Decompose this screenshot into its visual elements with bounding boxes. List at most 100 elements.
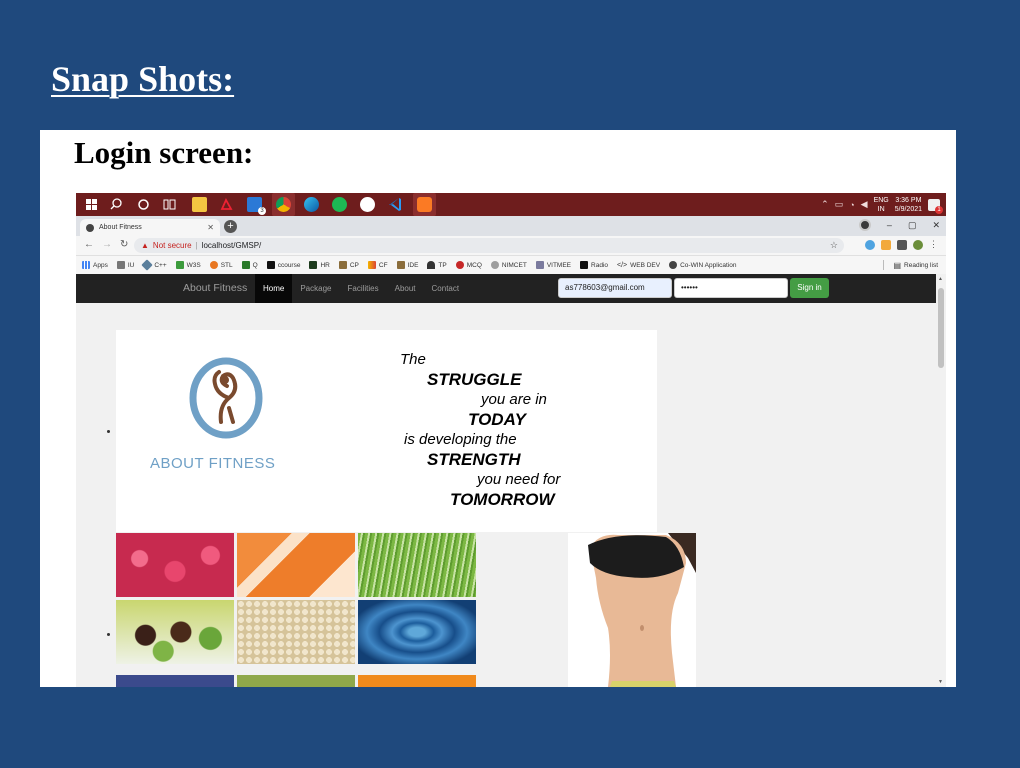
screenshot-panel: Login screen: 3 ⌃ ▭ ◔ ◀ ENG IN 3:36 PM 5… <box>40 130 956 687</box>
site-nav-links: Home Package Facilities About Contact <box>255 274 467 303</box>
edge-icon[interactable] <box>304 197 319 212</box>
mail-icon[interactable]: 3 <box>247 197 266 215</box>
bookmark-item[interactable]: IDE <box>396 261 418 269</box>
volume-icon[interactable]: ◀ <box>861 199 868 210</box>
scroll-down-icon[interactable]: ▼ <box>938 679 943 685</box>
close-tab-icon[interactable]: ✕ <box>207 223 214 232</box>
language-indicator[interactable]: ENG IN <box>874 196 889 214</box>
bookmark-item[interactable]: NIMCET <box>490 261 527 269</box>
bookmark-item[interactable]: </> WEB DEV <box>617 262 660 269</box>
reload-icon[interactable]: ↻ <box>120 239 128 250</box>
address-separator: | <box>195 241 198 250</box>
nav-package[interactable]: Package <box>292 274 339 303</box>
bookmark-item[interactable]: Co-WIN Application <box>669 261 736 269</box>
bookmark-star-icon[interactable]: ☆ <box>830 240 838 251</box>
maximize-button[interactable]: ▢ <box>908 220 917 231</box>
nav-facilities[interactable]: Facilities <box>339 274 386 303</box>
address-bar[interactable]: ▲ Not secure | localhost/GMSP/ ☆ <box>134 238 844 253</box>
xampp-icon[interactable] <box>413 193 436 216</box>
windows-start-icon[interactable] <box>84 197 99 212</box>
bookmark-icon <box>338 261 347 269</box>
sign-in-button[interactable]: Sign in <box>790 278 829 298</box>
bookmark-item[interactable]: TP <box>427 261 447 269</box>
bookmark-item[interactable]: CP <box>338 261 359 269</box>
clock[interactable]: 3:36 PM 5/9/2021 <box>895 196 922 214</box>
water-image <box>358 600 476 664</box>
forward-arrow-icon[interactable]: → <box>102 239 112 250</box>
quote-line: STRENGTH <box>427 450 521 469</box>
scroll-up-icon[interactable]: ▲ <box>938 276 943 282</box>
system-tray: ⌃ ▭ ◔ ◀ ENG IN 3:36 PM 5/9/2021 1 <box>821 193 943 216</box>
browser-tab[interactable]: About Fitness ✕ <box>80 219 220 236</box>
search-icon[interactable] <box>109 197 124 212</box>
orange-image <box>358 675 476 687</box>
logo-text: ABOUT FITNESS <box>150 455 276 472</box>
reading-list-icon: ▤ <box>893 260 902 270</box>
bookmark-apps[interactable]: Apps <box>82 261 108 269</box>
bookmark-item[interactable]: Radio <box>580 261 608 269</box>
battery-icon[interactable]: ▭ <box>835 199 844 210</box>
olives-image <box>116 600 234 664</box>
bookmarks-bar: Apps IU C++ W3S STL Q ccourse HR CP CF I… <box>76 256 946 274</box>
bookmark-icon <box>266 261 275 269</box>
email-field[interactable]: as778603@gmail.com <box>558 278 672 298</box>
reading-list[interactable]: ▤ Reading list <box>883 256 938 274</box>
bookmark-item[interactable]: CF <box>367 261 388 269</box>
new-tab-button[interactable]: + <box>224 220 237 233</box>
bookmark-item[interactable]: STL <box>209 261 233 269</box>
file-explorer-icon[interactable] <box>192 197 207 212</box>
back-arrow-icon[interactable]: ← <box>84 239 94 250</box>
spotify-icon[interactable] <box>332 197 347 212</box>
extension-icon[interactable] <box>881 239 891 250</box>
tab-strip: About Fitness ✕ + – ▢ ✕ <box>76 216 946 236</box>
list-bullet <box>107 633 110 636</box>
warning-icon: ▲ <box>141 241 149 250</box>
url-text[interactable]: localhost/GMSP/ <box>202 241 262 250</box>
wifi-icon[interactable]: ◔ <box>849 200 854 210</box>
close-window-button[interactable]: ✕ <box>932 220 940 231</box>
bookmark-item[interactable]: IU <box>116 261 134 269</box>
scrollbar[interactable]: ▲ ▼ <box>936 274 946 687</box>
profile-icon[interactable] <box>858 219 871 231</box>
bookmark-item[interactable]: Q <box>241 261 258 269</box>
vscode-icon[interactable] <box>388 197 403 212</box>
site-brand[interactable]: About Fitness <box>183 274 247 303</box>
bookmark-item[interactable]: MCQ <box>455 261 482 269</box>
quote-line: TOMORROW <box>450 490 555 509</box>
chrome-icon[interactable] <box>272 193 295 216</box>
task-view-icon[interactable] <box>162 197 177 212</box>
chevron-up-icon[interactable]: ⌃ <box>821 199 829 210</box>
puzzle-icon[interactable] <box>897 239 907 250</box>
acrobat-icon[interactable] <box>219 197 234 212</box>
notification-icon[interactable]: 1 <box>928 198 943 214</box>
nav-contact[interactable]: Contact <box>424 274 468 303</box>
list-bullet <box>107 430 110 433</box>
bookmark-icon <box>367 261 376 269</box>
minimize-button[interactable]: – <box>887 220 892 230</box>
cortana-icon[interactable] <box>136 197 151 212</box>
bookmark-item[interactable]: HR <box>309 261 330 269</box>
password-field[interactable]: •••••• <box>674 278 788 298</box>
scrollbar-thumb[interactable] <box>938 288 944 368</box>
bookmark-item[interactable]: C++ <box>141 259 167 271</box>
clock-date: 5/9/2021 <box>894 205 922 213</box>
bookmark-item[interactable]: W3S <box>175 261 201 269</box>
security-label[interactable]: Not secure <box>153 241 192 250</box>
menu-kebab-icon[interactable]: ⋮ <box>929 239 938 250</box>
fitness-logo-icon <box>189 357 263 439</box>
slide-title: Snap Shots: <box>51 59 235 99</box>
quote-line: The <box>400 351 426 368</box>
code-icon: </> <box>617 261 628 269</box>
avatar[interactable] <box>913 239 923 250</box>
raspberries-image <box>116 533 234 597</box>
mail-badge: 3 <box>258 207 266 215</box>
nav-home[interactable]: Home <box>255 274 293 303</box>
bookmark-item[interactable]: VITMEE <box>535 261 571 269</box>
bookmark-item[interactable]: ccourse <box>266 261 300 269</box>
apps-grid-icon <box>82 261 90 269</box>
barley-image <box>237 600 355 664</box>
signal-icon[interactable] <box>360 197 375 212</box>
extension-icon[interactable] <box>865 239 875 250</box>
window-controls: – ▢ ✕ <box>858 219 940 231</box>
nav-about[interactable]: About <box>387 274 424 303</box>
